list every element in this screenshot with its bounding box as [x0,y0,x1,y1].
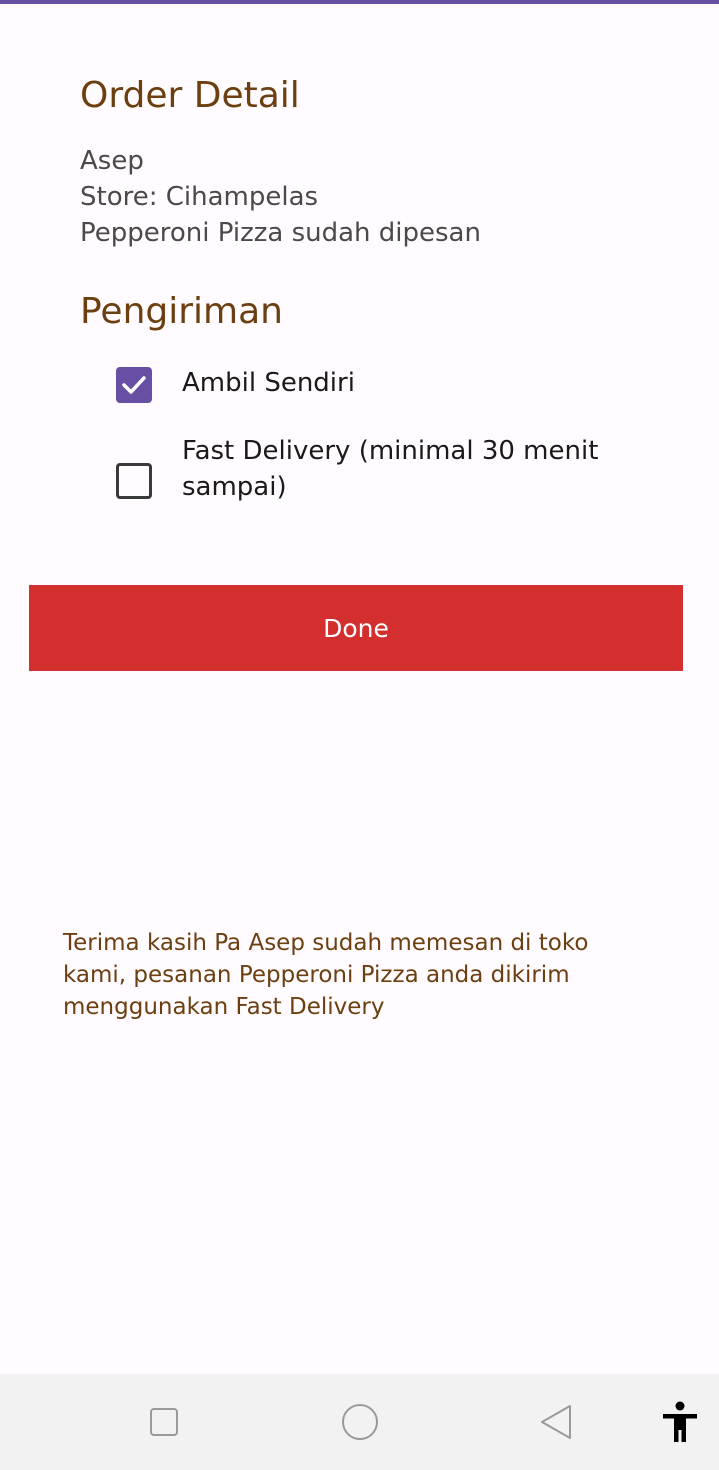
store-line: Store: Cihampelas [80,182,319,212]
fast-delivery-checkbox[interactable] [116,463,152,499]
home-button[interactable] [330,1374,390,1470]
triangle-back-icon [541,1405,571,1439]
system-navigation-bar [0,1374,719,1470]
top-accent-bar [0,0,719,4]
customer-name: Asep [80,146,144,176]
ordered-item-line: Pepperoni Pizza sudah dipesan [80,218,481,248]
shipping-section-title: Pengiriman [80,291,283,332]
back-button[interactable] [526,1374,586,1470]
done-button[interactable]: Done [29,585,683,671]
circle-icon [342,1404,378,1440]
fast-delivery-label[interactable]: Fast Delivery (minimal 30 menit sampai) [182,433,642,505]
ambil-sendiri-label[interactable]: Ambil Sendiri [182,365,355,401]
square-icon [150,1408,178,1436]
confirmation-message: Terima kasih Pa Asep sudah memesan di to… [63,930,589,1020]
recent-apps-button[interactable] [134,1374,194,1470]
accessibility-icon [663,1401,697,1442]
ambil-sendiri-checkbox[interactable] [116,367,152,403]
accessibility-button[interactable] [652,1374,708,1470]
order-detail-title: Order Detail [80,75,300,116]
check-icon [122,376,146,394]
